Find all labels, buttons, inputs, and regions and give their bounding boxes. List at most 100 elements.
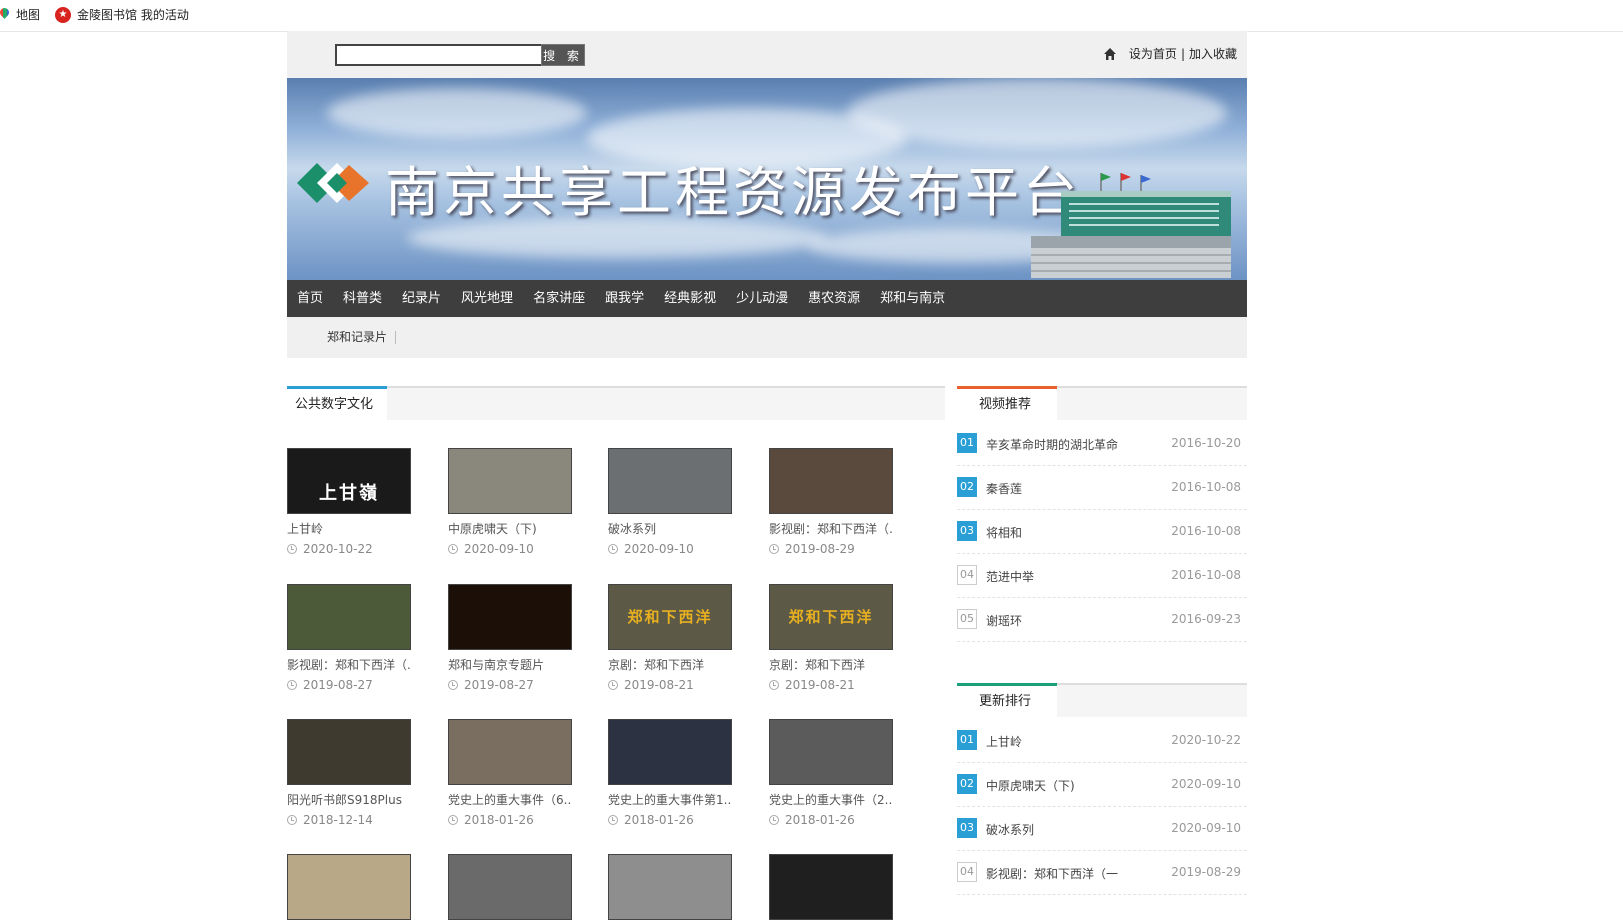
video-thumbnail[interactable] — [287, 854, 411, 920]
video-thumbnail[interactable] — [448, 854, 572, 920]
video-thumbnail[interactable] — [608, 854, 732, 920]
search-button[interactable]: 搜 索 — [541, 44, 585, 66]
nav-item-documentary[interactable]: 纪录片 — [392, 280, 451, 317]
video-thumbnail[interactable] — [287, 584, 411, 650]
video-card[interactable]: 郑和下西洋京剧：郑和下西洋 2019-08-21 — [769, 584, 899, 692]
nav-item-science[interactable]: 科普类 — [333, 280, 392, 317]
bookmark-library[interactable]: ★ 金陵图书馆 我的活动 — [55, 6, 189, 23]
nav-item-home[interactable]: 首页 — [287, 280, 333, 317]
video-card[interactable] — [448, 854, 578, 920]
rank-row[interactable]: 02 中原虎啸天（下) 2020-09-10 — [957, 763, 1247, 807]
rank-row[interactable]: 04 影视剧：郑和下西洋（一 2019-08-29 — [957, 851, 1247, 895]
video-card[interactable]: 党史上的重大事件（2... 2018-01-26 — [769, 719, 899, 827]
video-card[interactable]: 破冰系列 2020-09-10 — [608, 448, 738, 556]
video-thumbnail[interactable] — [287, 719, 411, 785]
video-card[interactable]: 郑和下西洋 京剧：郑和下西洋 2019-08-21 — [608, 584, 738, 692]
video-thumbnail[interactable]: 郑和下西洋 — [769, 584, 893, 650]
video-thumbnail[interactable] — [448, 584, 572, 650]
video-title[interactable]: 影视剧：郑和下西洋（... — [287, 656, 411, 673]
nav-item-classic-films[interactable]: 经典影视 — [654, 280, 726, 317]
clock-icon — [608, 815, 618, 825]
recommend-panel: 视频推荐 01 辛亥革命时期的湖北革命 2016-10-20 02 秦香莲 2016-10… — [957, 386, 1247, 642]
search-input[interactable] — [335, 44, 545, 66]
nav-item-farming[interactable]: 惠农资源 — [798, 280, 870, 317]
video-thumbnail[interactable] — [769, 719, 893, 785]
video-date-text: 2019-08-21 — [785, 678, 855, 692]
rank-title[interactable]: 秦香莲 — [986, 480, 1022, 497]
nav-item-zhenghe[interactable]: 郑和与南京 — [870, 280, 955, 317]
video-title[interactable]: 阳光听书郎S918Plus — [287, 791, 411, 808]
rank-title[interactable]: 上甘岭 — [986, 733, 1022, 750]
video-thumbnail[interactable] — [769, 854, 893, 920]
video-thumbnail[interactable] — [608, 719, 732, 785]
video-title[interactable]: 中原虎啸天（下) — [448, 520, 572, 537]
clock-icon — [448, 680, 458, 690]
video-title[interactable]: 党史上的重大事件（6... — [448, 791, 572, 808]
video-card[interactable]: 影视剧：郑和下西洋（... 2019-08-27 — [287, 584, 417, 692]
video-thumbnail[interactable] — [608, 448, 732, 514]
bookmark-map-label: 地图 — [16, 8, 41, 22]
rank-title[interactable]: 辛亥革命时期的湖北革命 — [986, 436, 1118, 453]
add-favorite-link[interactable]: 加入收藏 — [1189, 45, 1237, 62]
nav-item-scenery[interactable]: 风光地理 — [451, 280, 523, 317]
set-homepage-link[interactable]: 设为首页 — [1129, 45, 1177, 62]
video-title[interactable]: 京剧：郑和下西洋 — [769, 656, 893, 673]
rank-number-badge: 03 — [957, 521, 977, 541]
bookmark-map[interactable]: 地图 — [0, 6, 40, 23]
video-card[interactable] — [769, 854, 899, 920]
video-card[interactable]: 郑和与南京专题片 2019-08-27 — [448, 584, 578, 692]
site-topbar: 搜 索 设为首页 | 加入收藏 — [287, 31, 1247, 78]
rank-row[interactable]: 02 秦香莲 2016-10-08 — [957, 466, 1247, 510]
video-thumbnail[interactable]: 郑和下西洋 — [608, 584, 732, 650]
video-thumbnail[interactable] — [448, 719, 572, 785]
video-date: 2019-08-29 — [769, 542, 899, 556]
nav-item-learn[interactable]: 跟我学 — [595, 280, 654, 317]
rank-title[interactable]: 中原虎啸天（下) — [986, 777, 1075, 794]
video-date-text: 2019-08-27 — [464, 678, 534, 692]
subnav-item-zhenghe-doc[interactable]: 郑和记录片 — [327, 331, 397, 344]
rank-title[interactable]: 影视剧：郑和下西洋（一 — [986, 865, 1118, 882]
top-links: 设为首页 | 加入收藏 — [1103, 45, 1237, 62]
video-date: 2020-09-10 — [448, 542, 578, 556]
video-card[interactable]: 党史上的重大事件第1... 2018-01-26 — [608, 719, 738, 827]
video-title[interactable]: 京剧：郑和下西洋 — [608, 656, 732, 673]
video-card[interactable]: 阳光听书郎S918Plus 2018-12-14 — [287, 719, 417, 827]
video-title[interactable]: 上甘岭 — [287, 520, 411, 537]
clock-icon — [769, 815, 779, 825]
video-card[interactable] — [287, 854, 417, 920]
rank-row[interactable]: 04 范进中举 2016-10-08 — [957, 554, 1247, 598]
rank-number-badge: 02 — [957, 477, 977, 497]
rank-row[interactable]: 05 谢瑶环 2016-09-23 — [957, 598, 1247, 642]
video-title[interactable]: 党史上的重大事件（2... — [769, 791, 893, 808]
rank-row[interactable]: 03 破冰系列 2020-09-10 — [957, 807, 1247, 851]
video-card[interactable]: 党史上的重大事件（6... 2018-01-26 — [448, 719, 578, 827]
video-title[interactable]: 影视剧：郑和下西洋（... — [769, 520, 893, 537]
video-thumbnail[interactable]: 上甘嶺 — [287, 448, 411, 514]
video-thumbnail[interactable] — [769, 448, 893, 514]
nav-item-kids[interactable]: 少儿动漫 — [726, 280, 798, 317]
thumbnail-caption: 郑和下西洋 — [627, 608, 713, 626]
video-card[interactable]: 上甘嶺 上甘岭 2020-10-22 — [287, 448, 417, 556]
ranking-list: 01 上甘岭 2020-10-22 02 中原虎啸天（下) 2020-09-10 03 破冰系… — [957, 719, 1247, 895]
video-card[interactable]: 中原虎啸天（下) 2020-09-10 — [448, 448, 578, 556]
rank-row[interactable]: 01 上甘岭 2020-10-22 — [957, 719, 1247, 763]
rank-title[interactable]: 破冰系列 — [986, 821, 1034, 838]
rank-number-badge: 04 — [957, 565, 977, 585]
clock-icon — [287, 815, 297, 825]
video-card[interactable]: 影视剧：郑和下西洋（... 2019-08-29 — [769, 448, 899, 556]
nav-item-lectures[interactable]: 名家讲座 — [523, 280, 595, 317]
rank-date: 2020-09-10 — [1171, 821, 1241, 835]
rank-row[interactable]: 01 辛亥革命时期的湖北革命 2016-10-20 — [957, 422, 1247, 466]
rank-title[interactable]: 谢瑶环 — [986, 612, 1022, 629]
video-title[interactable]: 郑和与南京专题片 — [448, 656, 572, 673]
video-thumbnail[interactable] — [448, 448, 572, 514]
video-date: 2020-09-10 — [608, 542, 738, 556]
rank-row[interactable]: 03 将相和 2016-10-08 — [957, 510, 1247, 554]
rank-title[interactable]: 范进中举 — [986, 568, 1034, 585]
video-date-text: 2018-01-26 — [624, 813, 694, 827]
video-card[interactable] — [608, 854, 738, 920]
clock-icon — [287, 544, 297, 554]
video-title[interactable]: 破冰系列 — [608, 520, 732, 537]
video-title[interactable]: 党史上的重大事件第1... — [608, 791, 732, 808]
rank-title[interactable]: 将相和 — [986, 524, 1022, 541]
